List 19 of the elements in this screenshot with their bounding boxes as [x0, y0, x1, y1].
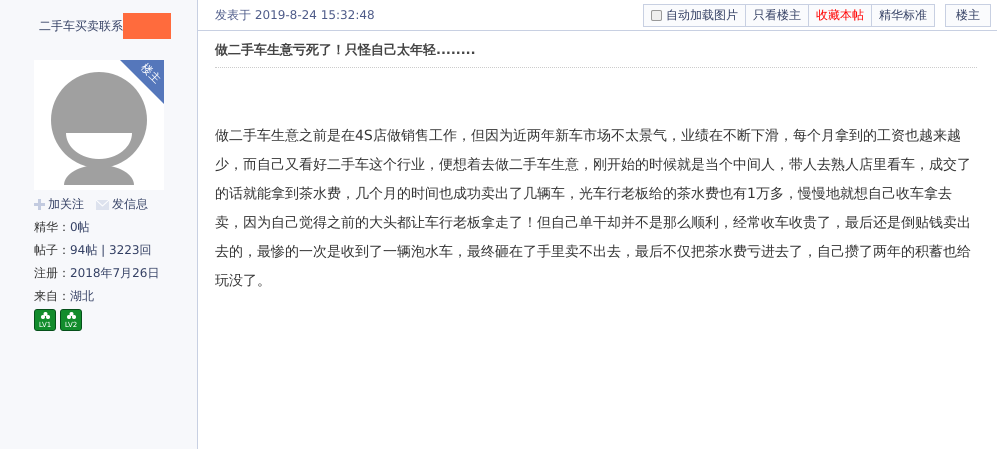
- toolbar-link[interactable]: 只看楼主: [745, 4, 808, 26]
- user-stat: 精华：0帖: [34, 219, 91, 236]
- post-time: 发表于 2019-8-24 15:32:48: [215, 6, 376, 24]
- auto-load-images-option[interactable]: 自动加载图片: [644, 4, 745, 26]
- corner-ribbon: [120, 60, 164, 104]
- toolbar-link[interactable]: 精华标准: [871, 4, 934, 26]
- message-link[interactable]: 发信息: [96, 196, 148, 213]
- follow-link[interactable]: 加关注: [34, 196, 84, 213]
- username[interactable]: 二手车买卖联系: [39, 18, 123, 34]
- post-title: 做二手车生意亏死了！只怪自己太年轻........: [215, 31, 977, 68]
- post-body: 做二手车生意之前是在4S店做销售工作，但因为近两年新车市场不太景气，业绩在不断下滑，每个月拿到的工资也越来越少，而自己又看好二手车这个行业，便想着去做二手车生意，刚开始的时候就是当个中间人，带人去熟人店里看车，成交了的话就能拿到茶水费，几个月的时间也成功卖出了几辆车，光车行老板给的茶水费也有1万多，慢慢地就想自己收车拿去卖，因为自己觉得之前的大头都让车行老板拿走了！但自己单干却并不是那么顺利，经常收车收贵了，最后还是倒贴钱卖出去的，最惨的一次是收到了一辆泡水车，最终砸在了手里卖不出去，最后不仅把茶水费亏进去了，自己攒了两年的积蓄也给玩没了。: [215, 127, 972, 291]
- floor-label[interactable]: 楼主: [945, 4, 991, 26]
- favorite-link[interactable]: 收藏本帖: [808, 4, 871, 26]
- checkbox[interactable]: [651, 10, 662, 20]
- user-stat: 注册：2018年7月26日: [34, 265, 160, 282]
- plus-icon: [34, 199, 45, 210]
- user-stat: 来自：湖北: [34, 288, 95, 305]
- user-stat: 帖子：94帖 | 3223回: [34, 242, 152, 259]
- envelope-icon: [96, 200, 109, 210]
